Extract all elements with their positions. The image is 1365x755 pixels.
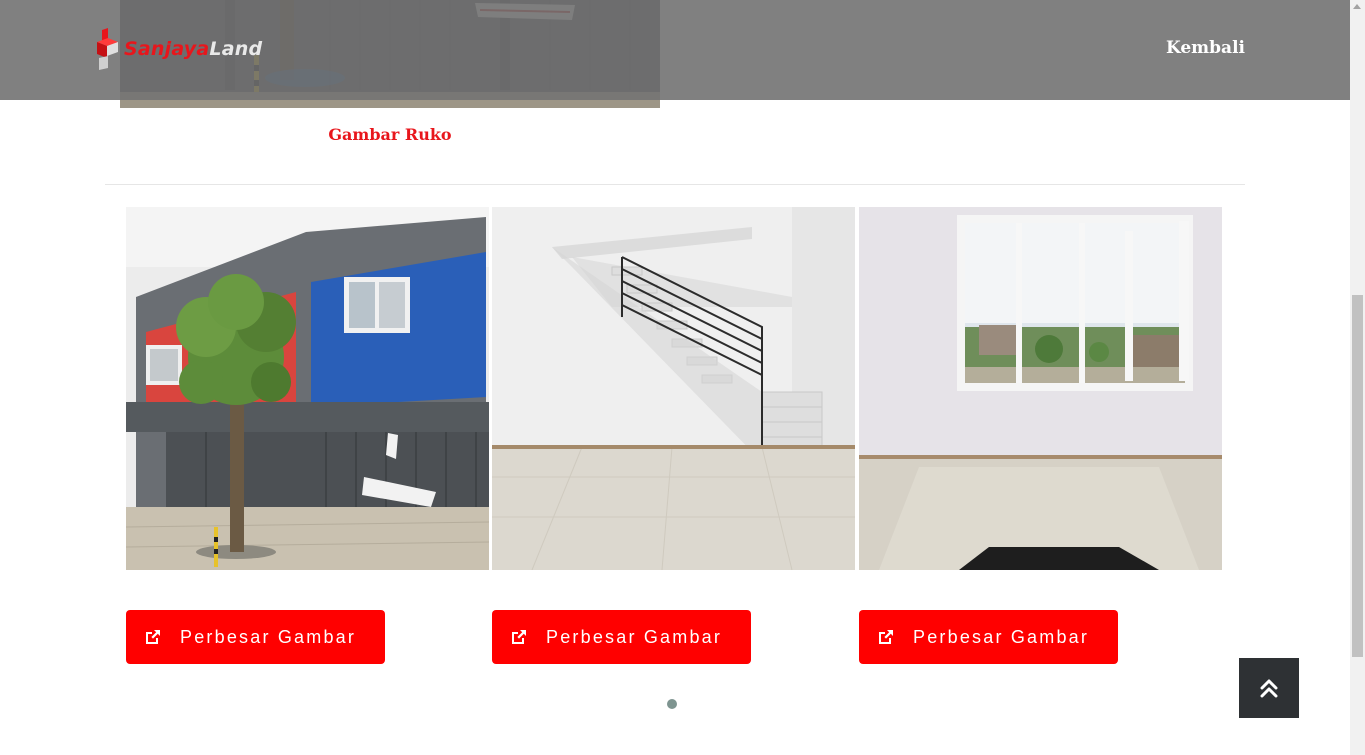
divider (105, 184, 1245, 185)
gallery-image-stairs[interactable] (492, 207, 855, 570)
site-header: SanjayaLand Kembali (0, 0, 1350, 100)
logo[interactable]: SanjayaLand (96, 28, 262, 70)
enlarge-image-button-3[interactable]: Perbesar Gambar (859, 610, 1118, 664)
external-link-icon (879, 630, 893, 644)
logo-text: SanjayaLand (124, 38, 262, 60)
scroll-to-top-button[interactable] (1239, 658, 1299, 718)
external-link-icon (512, 630, 526, 644)
gallery-image-window-room[interactable] (859, 207, 1222, 570)
carousel-pager-dot[interactable] (667, 699, 677, 709)
ruko-caption: Gambar Ruko (328, 125, 452, 144)
enlarge-image-label-1: Perbesar Gambar (180, 626, 357, 647)
enlarge-image-label-2: Perbesar Gambar (546, 626, 723, 647)
external-link-icon (146, 630, 160, 644)
back-link[interactable]: Kembali (1166, 38, 1245, 58)
page-scrollbar[interactable] (1350, 0, 1365, 755)
logo-mark-icon (97, 28, 118, 70)
scroll-up-arrow-icon[interactable] (1353, 4, 1361, 9)
logo-text-part2: Land (209, 38, 263, 60)
gallery-image-exterior[interactable] (126, 207, 489, 570)
enlarge-image-button-1[interactable]: Perbesar Gambar (126, 610, 385, 664)
double-chevron-up-icon (1260, 679, 1278, 698)
logo-text-part1: Sanjaya (124, 38, 210, 60)
scrollbar-thumb[interactable] (1352, 295, 1363, 657)
enlarge-image-label-3: Perbesar Gambar (913, 626, 1090, 647)
enlarge-image-button-2[interactable]: Perbesar Gambar (492, 610, 751, 664)
